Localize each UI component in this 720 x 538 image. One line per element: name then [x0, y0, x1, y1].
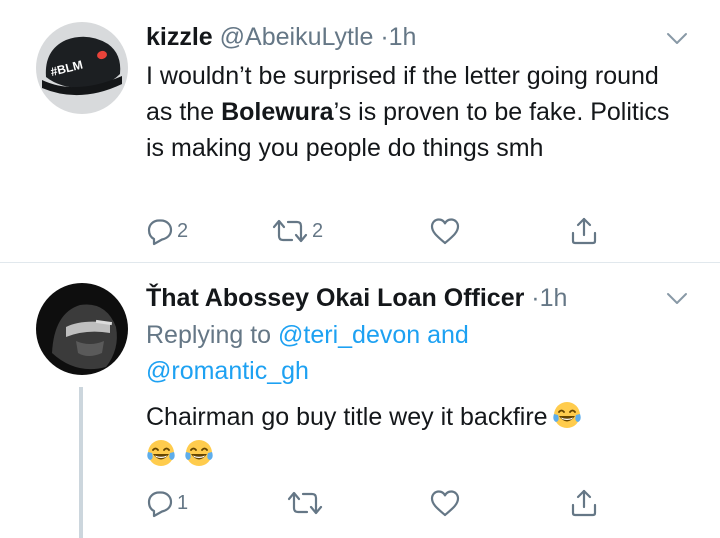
tweet-text: Chairman go buy title wey it backfire: [146, 399, 686, 473]
like-button[interactable]: [429, 486, 461, 520]
retweet-count: 2: [312, 219, 324, 242]
reply-icon: [145, 216, 175, 246]
avatar-image: [36, 283, 128, 375]
tweet-2[interactable]: Ťhat Abossey Okai Loan Officer ·1h Reply…: [0, 263, 720, 538]
share-button[interactable]: [569, 214, 599, 248]
replying-and: and: [420, 321, 469, 349]
tweet-text-part: Chairman go buy title wey it backfire: [146, 403, 548, 431]
mention-link[interactable]: @teri_devon: [278, 321, 420, 349]
reply-button[interactable]: 2: [145, 214, 188, 248]
share-button[interactable]: [569, 486, 599, 520]
replying-to-label: Replying to: [146, 321, 279, 349]
avatar-image: #BLM: [36, 22, 128, 114]
reply-icon: [145, 488, 175, 518]
chevron-down-icon[interactable]: [666, 32, 688, 46]
share-icon: [569, 216, 599, 246]
reply-count: 1: [177, 491, 189, 514]
timestamp[interactable]: 1h: [540, 284, 568, 312]
retweet-button[interactable]: [285, 486, 325, 520]
username[interactable]: @AbeikuLytle: [220, 23, 374, 51]
tweet-text: I wouldn’t be surprised if the letter go…: [146, 58, 686, 166]
face-with-tears-of-joy-icon: [184, 438, 214, 468]
like-icon: [429, 488, 461, 518]
chevron-down-icon[interactable]: [666, 292, 688, 306]
reply-count: 2: [177, 219, 189, 242]
tweet-actions: 2 2: [145, 214, 615, 248]
retweet-icon: [285, 488, 325, 518]
tweet-header: Ťhat Abossey Okai Loan Officer ·1h: [146, 283, 567, 313]
separator-dot: ·: [531, 284, 540, 312]
face-with-tears-of-joy-icon: [552, 400, 582, 430]
separator-dot: ·: [380, 23, 389, 51]
like-button[interactable]: [429, 214, 461, 248]
like-icon: [429, 216, 461, 246]
tweet-1[interactable]: #BLM kizzle @AbeikuLytle ·1h I wouldn’t …: [0, 0, 720, 262]
tweet-header: kizzle @AbeikuLytle ·1h: [146, 22, 416, 52]
avatar[interactable]: #BLM: [36, 22, 128, 114]
timestamp[interactable]: 1h: [389, 23, 417, 51]
mention-link[interactable]: @romantic_gh: [146, 357, 309, 385]
thread-line: [79, 387, 83, 538]
retweet-icon: [270, 216, 310, 246]
tweet-actions: 1: [145, 486, 615, 520]
face-with-tears-of-joy-icon: [146, 438, 176, 468]
reply-button[interactable]: 1: [145, 486, 188, 520]
display-name[interactable]: Ťhat Abossey Okai Loan Officer: [146, 284, 524, 312]
tweet-text-bold: Bolewura: [221, 98, 334, 126]
replying-to: Replying to @teri_devon and @romantic_gh: [146, 317, 666, 389]
display-name[interactable]: kizzle: [146, 23, 213, 51]
retweet-button[interactable]: 2: [270, 214, 323, 248]
share-icon: [569, 488, 599, 518]
avatar[interactable]: [36, 283, 128, 375]
